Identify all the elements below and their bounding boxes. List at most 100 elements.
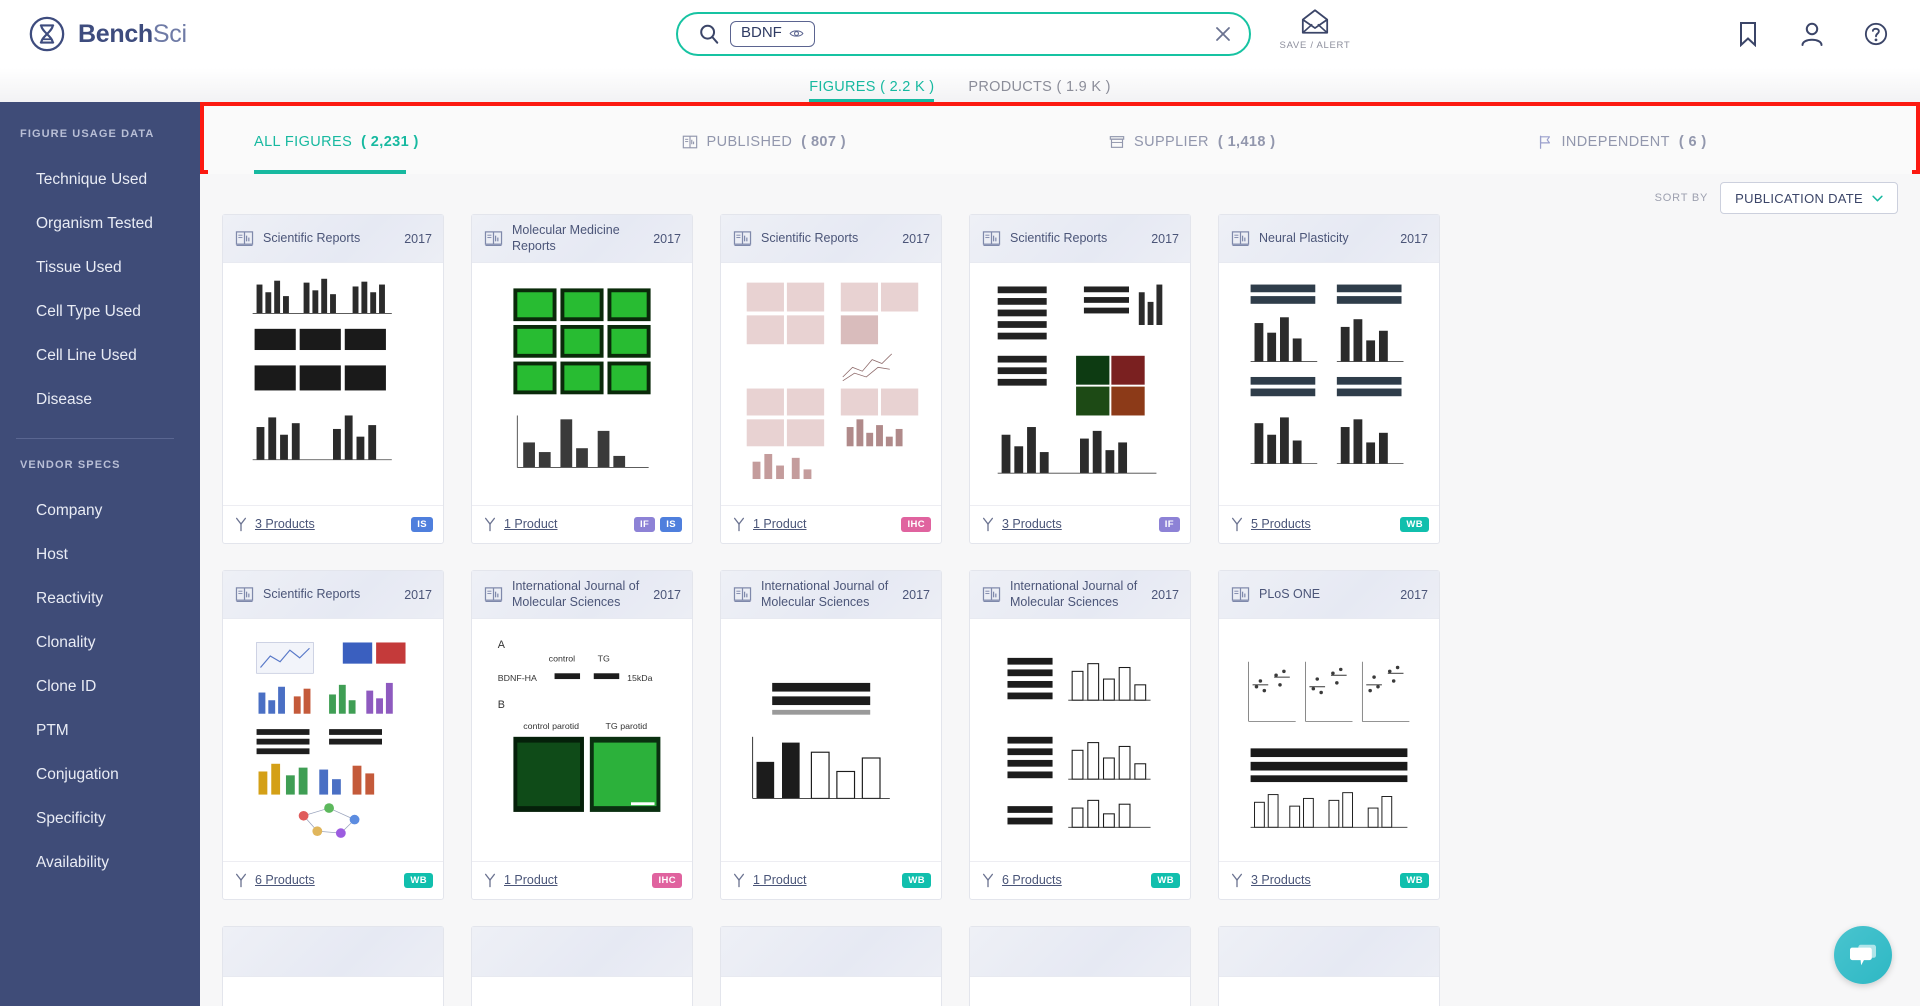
sidebar-item-conjugation[interactable]: Conjugation [0,753,200,797]
card-footer: 3 Products IS [223,504,443,543]
card-figure-thumbnail[interactable] [223,263,443,505]
antibody-icon [982,517,994,532]
card-journal-name: Scientific Reports [1010,230,1108,245]
card-badge: WB [902,872,931,888]
sidebar-item-clone-id[interactable]: Clone ID [0,665,200,709]
sidebar-item-specificity[interactable]: Specificity [0,797,200,841]
card-products-link[interactable]: 6 Products [1002,873,1062,887]
help-icon[interactable] [1864,21,1888,47]
search-term-chip[interactable]: BDNF [730,21,815,47]
svg-text:B: B [498,699,505,711]
figure-card[interactable]: International Journal of Molecular Scien… [471,570,693,900]
figure-card[interactable]: International Journal of Molecular Scien… [720,570,942,900]
card-journal-name: Scientific Reports [761,230,859,245]
sidebar-item-technique-used[interactable]: Technique Used [0,158,200,202]
card-products-link[interactable]: 6 Products [255,873,315,887]
card-figure-thumbnail[interactable] [223,619,443,861]
search-box[interactable]: BDNF [676,12,1251,56]
card-badge-group: WB [902,872,931,888]
sidebar-item-organism-tested[interactable]: Organism Tested [0,202,200,246]
sidebar-item-cell-type-used[interactable]: Cell Type Used [0,290,200,334]
chat-bubble-icon [1850,944,1876,966]
card-figure-thumbnail[interactable] [970,619,1190,861]
card-figure-thumbnail[interactable] [1219,263,1439,505]
figure-image [746,282,919,480]
sort-dropdown[interactable]: PUBLICATION DATE [1720,182,1898,214]
filter-tab-supplier[interactable]: SUPPLIER ( 1,418 ) [1057,110,1485,174]
card-row [222,926,1898,1006]
card-year: 2017 [1151,587,1179,602]
card-products-link[interactable]: 3 Products [255,517,315,531]
card-products-link[interactable]: 3 Products [1251,873,1311,887]
antibody-icon [733,873,745,888]
figure-image [1007,657,1151,828]
figure-card[interactable]: Scientific Reports 2017 [222,570,444,900]
sidebar-item-reactivity[interactable]: Reactivity [0,577,200,621]
eye-icon[interactable] [789,28,804,39]
tab-figures[interactable]: FIGURES ( 2.2 K ) [809,79,935,102]
sidebar-item-ptm[interactable]: PTM [0,709,200,753]
chat-widget-button[interactable] [1834,926,1892,984]
card-header: Scientific Reports 2017 [721,215,941,264]
bookmark-icon[interactable] [1736,21,1760,47]
card-year: 2017 [1151,231,1179,246]
svg-text:control parotid: control parotid [523,721,579,731]
figure-card[interactable]: Scientific Reports 2017 [222,214,444,544]
figure-card[interactable] [1218,926,1440,1006]
card-header: Scientific Reports 2017 [970,215,1190,264]
sidebar-item-company[interactable]: Company [0,489,200,533]
figure-card[interactable]: Molecular Medicine Reports 2017 1 Produc… [471,214,693,544]
figure-card[interactable]: Neural Plasticity 2017 5 Products WB [1218,214,1440,544]
card-header: Molecular Medicine Reports 2017 [472,215,692,264]
card-journal-name: Scientific Reports [263,586,361,601]
brand-name-light: Sci [152,19,187,48]
sort-control: SORT BY PUBLICATION DATE [1655,178,1898,218]
sidebar-item-host[interactable]: Host [0,533,200,577]
figure-card[interactable] [222,926,444,1006]
card-figure-thumbnail[interactable] [970,263,1190,505]
save-alert-button[interactable]: SAVE / ALERT [1272,7,1358,51]
card-products-link[interactable]: 1 Product [504,517,558,531]
sidebar-item-clonality[interactable]: Clonality [0,621,200,665]
antibody-icon [235,873,247,888]
journal-icon [982,231,1001,247]
card-badge: IHC [652,872,682,888]
sidebar-item-availability[interactable]: Availability [0,841,200,885]
card-badge-group: IHC [901,516,931,532]
sidebar-divider [16,438,174,439]
card-figure-thumbnail[interactable] [721,263,941,505]
card-products-link[interactable]: 5 Products [1251,517,1311,531]
sidebar-item-tissue-used[interactable]: Tissue Used [0,246,200,290]
card-year: 2017 [902,587,930,602]
figure-card[interactable] [720,926,942,1006]
filter-tab-independent[interactable]: INDEPENDENT ( 6 ) [1485,110,1913,174]
filter-tab-all-figures[interactable]: ALL FIGURES ( 2,231 ) [208,110,630,174]
card-figure-thumbnail[interactable] [721,619,941,861]
figure-card[interactable] [471,926,693,1006]
figure-card[interactable]: Scientific Reports 2017 [969,214,1191,544]
save-alert-label: SAVE / ALERT [1279,40,1351,51]
card-products-link[interactable]: 1 Product [504,873,558,887]
user-icon[interactable] [1800,21,1824,47]
antibody-icon [484,873,496,888]
sidebar-item-disease[interactable]: Disease [0,378,200,422]
figure-card[interactable]: International Journal of Molecular Scien… [969,570,1191,900]
search-bar[interactable]: BDNF [676,12,1251,56]
card-products-link[interactable]: 3 Products [1002,517,1062,531]
card-products-link[interactable]: 1 Product [753,873,807,887]
brand-logo[interactable]: BenchSci [0,15,330,53]
figure-card[interactable]: PLoS ONE 2017 3 Products WB [1218,570,1440,900]
sidebar-item-cell-line-used[interactable]: Cell Line Used [0,334,200,378]
close-icon[interactable] [1213,24,1233,44]
card-figure-thumbnail[interactable]: A control TG BDNF-HA 15kDa B control par… [472,619,692,861]
figure-card[interactable]: Scientific Reports 2017 [720,214,942,544]
search-term-label: BDNF [741,24,782,42]
journal-icon [484,587,503,603]
filter-tab-published[interactable]: PUBLISHED ( 807 ) [630,110,1058,174]
card-products-link[interactable]: 1 Product [753,517,807,531]
filter-tab-independent-count: ( 6 ) [1678,134,1707,150]
card-figure-thumbnail[interactable] [1219,619,1439,861]
card-figure-thumbnail[interactable] [472,263,692,505]
tab-products[interactable]: PRODUCTS ( 1.9 K ) [968,79,1110,102]
figure-card[interactable] [969,926,1191,1006]
